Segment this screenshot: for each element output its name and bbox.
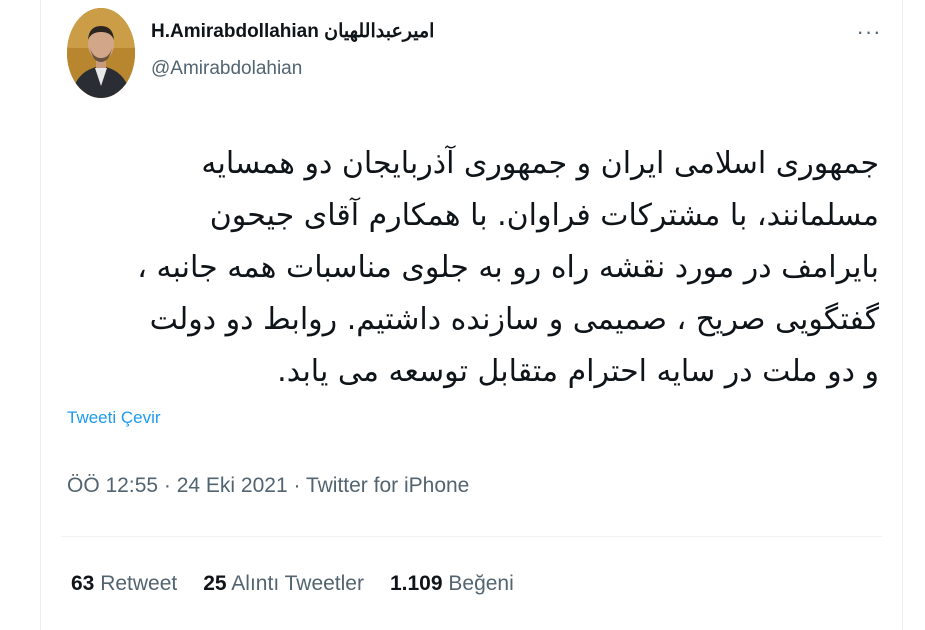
tweet-text-line: و دو ملت در سایه احترام متقابل توسعه می … [277,354,879,389]
likes-count: 1.109 [389,572,443,595]
divider [61,536,882,537]
quote-tweets-label: Alıntı Tweetler [231,572,364,595]
author-display-name[interactable]: H.Amirabdollahian امیرعبداللهیان [151,20,434,43]
tweet-date[interactable]: 24 Eki 2021 [177,474,288,497]
more-dots-icon[interactable]: ··· [851,18,887,46]
quote-tweets-stat[interactable]: 25 Alıntı Tweetler [203,572,364,596]
retweets-count: 63 [71,572,95,595]
avatar[interactable] [67,8,135,98]
tweet-time[interactable]: ÖÖ 12:55 [67,474,158,497]
likes-label: Beğeni [448,572,514,595]
tweet-meta: ÖÖ 12:55 · 24 Eki 2021 · Twitter for iPh… [67,474,469,498]
tweet-text-line: گفتگویی صریح ، صمیمی و سازنده داشتیم. رو… [149,302,879,337]
avatar-image [67,8,135,98]
meta-separator: · [158,474,177,497]
tweet-text-line: بایرامف در مورد نقشه راه رو به جلوی مناس… [137,250,879,285]
tweet-text-line: مسلمانند، با مشترکات فراوان. با همکارم آ… [209,198,879,233]
likes-stat[interactable]: 1.109 Beğeni [390,572,514,596]
tweet-stats: 63 Retweet 25 Alıntı Tweetler 1.109 Beğe… [71,572,514,596]
quote-tweets-count: 25 [203,572,227,595]
author-handle[interactable]: @Amirabdolahian [151,58,302,80]
tweet-text-line: جمهوری اسلامی ایران و جمهوری آذربایجان د… [201,146,879,181]
retweets-label: Retweet [100,572,178,595]
retweets-stat[interactable]: 63 Retweet [71,572,177,596]
translate-tweet-link[interactable]: Tweeti Çevir [67,408,161,428]
tweet-text: جمهوری اسلامی ایران و جمهوری آذربایجان د… [61,138,879,398]
meta-separator: · [287,474,306,497]
tweet-source-link[interactable]: Twitter for iPhone [306,474,469,497]
tweet-card: H.Amirabdollahian امیرعبداللهیان @Amirab… [40,0,903,630]
